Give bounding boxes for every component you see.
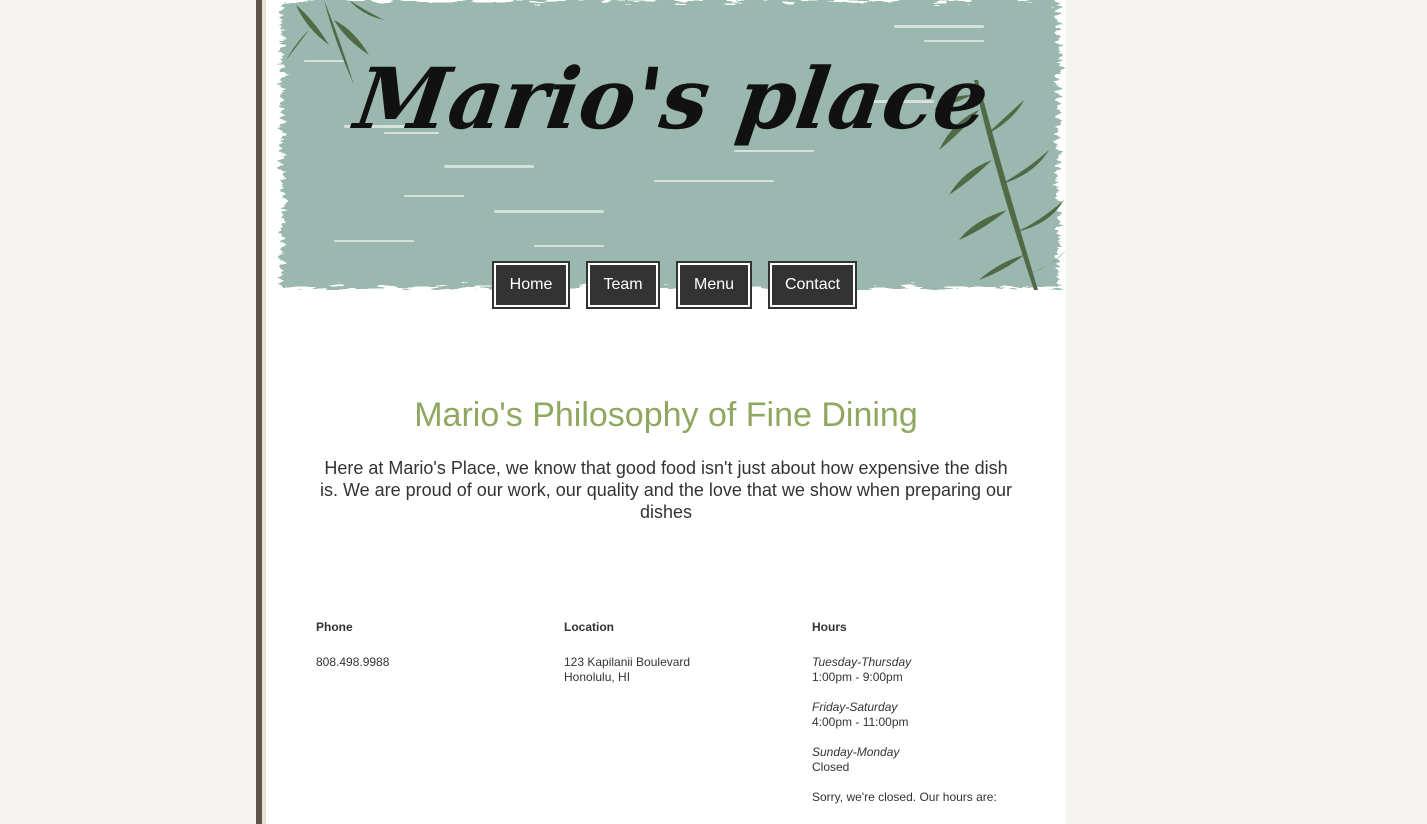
header-banner: Mario's place: [274, 0, 1066, 290]
nav-menu-button[interactable]: Menu: [676, 261, 752, 309]
phone-value: 808.498.9988: [316, 655, 390, 669]
hours-days: Friday-Saturday: [812, 700, 898, 714]
hours-status: Sorry, we're closed. Our hours are:: [812, 790, 997, 804]
hours-group: Tuesday-Thursday 1:00pm - 9:00pm: [812, 655, 1042, 685]
hours-section: Hours Tuesday-Thursday 1:00pm - 9:00pm F…: [812, 620, 1042, 820]
location-line1: 123 Kapilanii Boulevard: [564, 655, 691, 669]
location-line2: Honolulu, HI: [564, 670, 631, 684]
location-label: Location: [564, 620, 614, 634]
hours-days: Sunday-Monday: [812, 745, 900, 759]
hours-group: Friday-Saturday 4:00pm - 11:00pm: [812, 700, 1042, 730]
hours-group: Sunday-Monday Closed: [812, 745, 1042, 775]
page-container: Mario's place Home Team Menu Contact Mar…: [256, 0, 1066, 824]
hours-days: Tuesday-Thursday: [812, 655, 912, 669]
location-address: 123 Kapilanii Boulevard Honolulu, HI: [564, 655, 794, 685]
nav-contact-button[interactable]: Contact: [768, 261, 857, 309]
nav-team-button[interactable]: Team: [586, 261, 660, 309]
hours-time: 4:00pm - 11:00pm: [812, 715, 909, 729]
hours-time: Closed: [812, 760, 850, 774]
philosophy-title: Mario's Philosophy of Fine Dining: [414, 396, 918, 434]
main-nav: Home Team Menu Contact: [492, 261, 857, 309]
philosophy-text: Here at Mario's Place, we know that good…: [319, 458, 1013, 522]
phone-label: Phone: [316, 620, 353, 634]
hours-time: 1:00pm - 9:00pm: [812, 670, 903, 684]
hours-label: Hours: [812, 620, 847, 634]
phone-section: Phone 808.498.9988: [316, 620, 546, 685]
banner-image: Mario's place: [274, 0, 1066, 290]
nav-home-button[interactable]: Home: [492, 261, 570, 309]
location-section: Location 123 Kapilanii Boulevard Honolul…: [564, 620, 794, 700]
logo-text: Mario's place: [346, 49, 994, 148]
